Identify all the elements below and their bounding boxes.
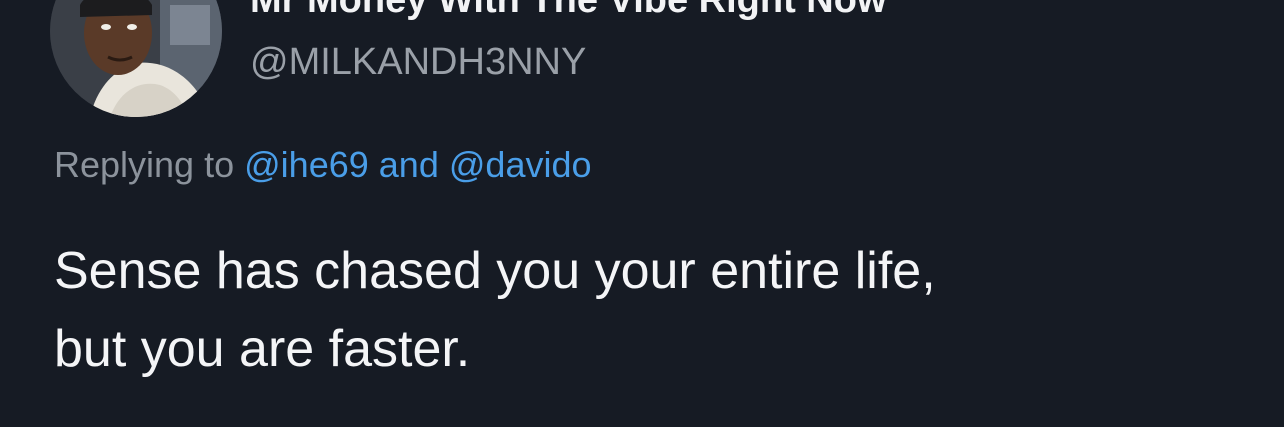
author-display-name[interactable]: Mr Money With The Vibe Right Now (250, 0, 887, 22)
replying-to-label: Replying to (54, 144, 235, 185)
mention-link-ihe69[interactable]: @ihe69 (244, 144, 369, 185)
avatar[interactable] (50, 0, 222, 117)
more-options-icon[interactable] (1176, 0, 1226, 6)
mention-conjunction: and (378, 144, 439, 185)
tweet-text-line-2: but you are faster. (54, 320, 471, 378)
tweet-body: Sense has chased you your entire life, b… (54, 232, 1254, 388)
tweet-text-line-1: Sense has chased you your entire life, (54, 242, 936, 300)
replying-to-line: Replying to @ihe69 and @davido (54, 143, 592, 187)
tweet-card: Mr Money With The Vibe Right Now @MILKAN… (0, 0, 1284, 427)
mention-link-davido[interactable]: @davido (449, 144, 592, 185)
avatar-photo-icon (50, 0, 222, 117)
author-handle[interactable]: @MILKANDH3NNY (250, 40, 586, 84)
